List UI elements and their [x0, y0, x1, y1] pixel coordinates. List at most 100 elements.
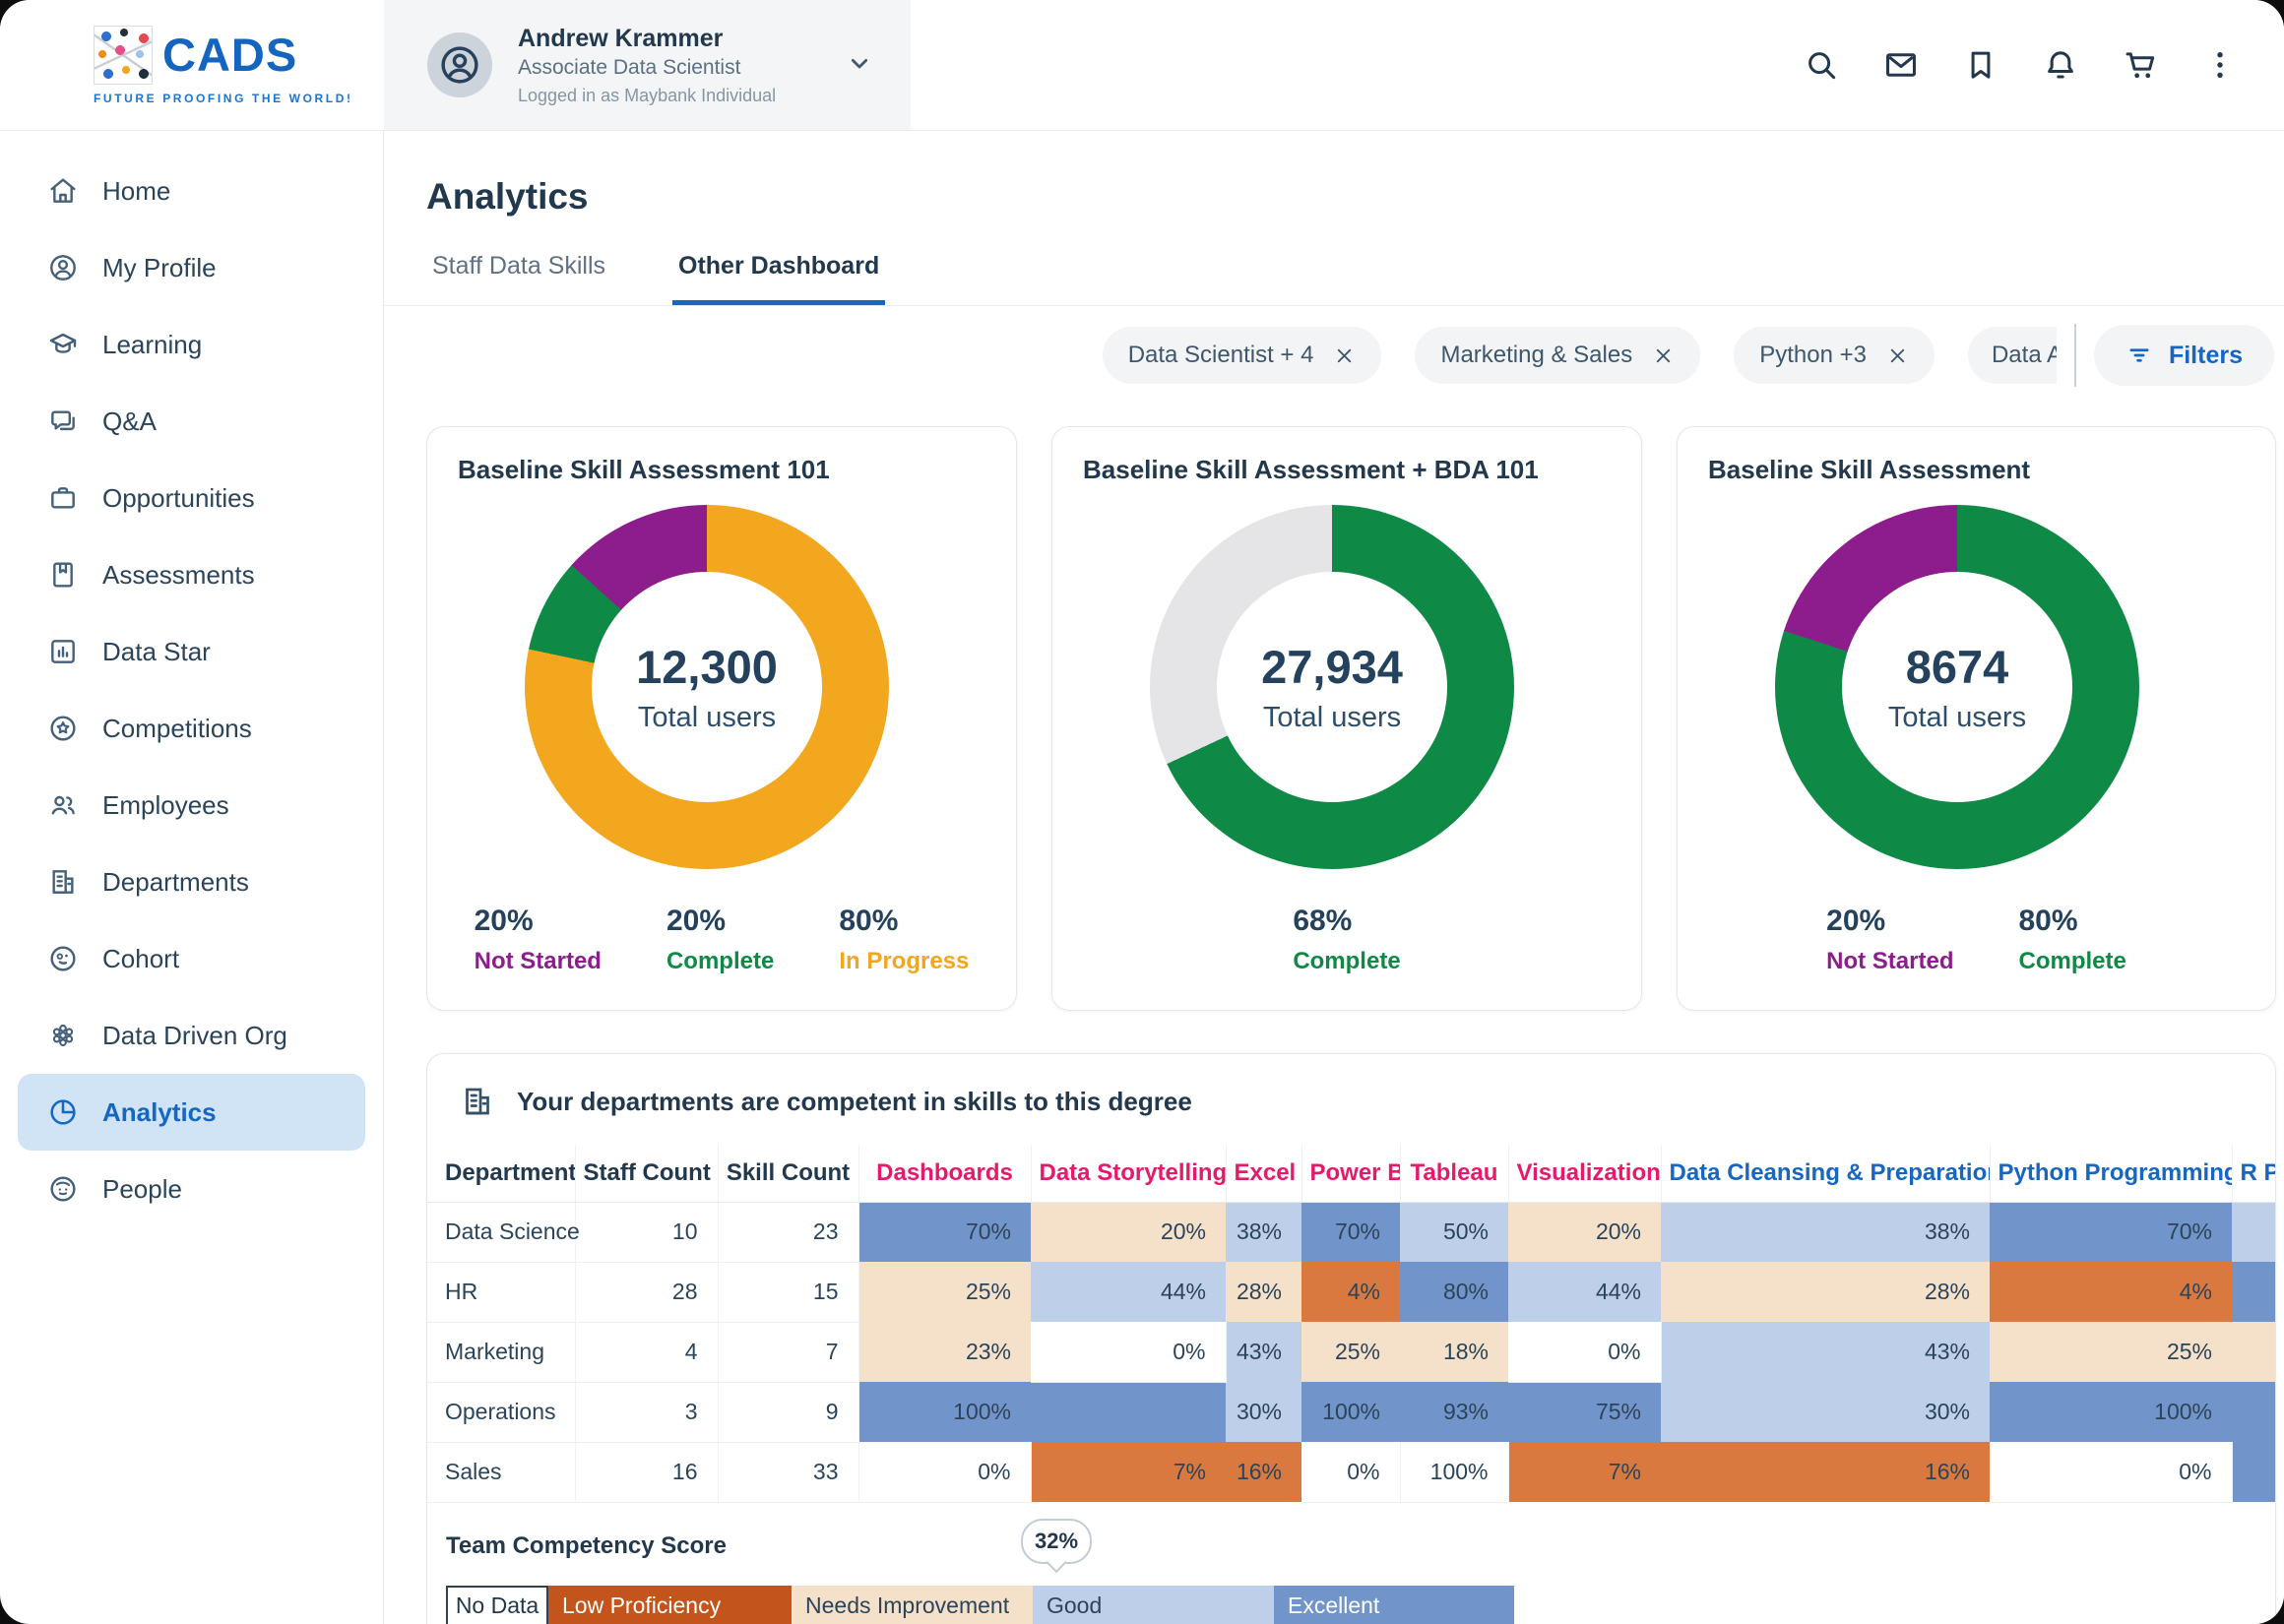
competitions-icon	[47, 713, 79, 744]
sidebar-item-data-driven-org[interactable]: Data Driven Org	[0, 997, 383, 1074]
filter-chips-row: Data Scientist + 4 Marketing & Sales Pyt…	[1103, 324, 2274, 387]
search-button[interactable]	[1803, 46, 1840, 84]
donut-legend: 20% Not Started 80% Complete	[1678, 905, 2275, 975]
sidebar-item-label: Departments	[102, 867, 249, 898]
donut-card-title: Baseline Skill Assessment + BDA 101	[1052, 427, 1641, 485]
donut-legend: 20% Not Started 20% Complete 80% In Prog…	[427, 905, 1016, 975]
skill-score-cell	[2232, 1262, 2275, 1322]
kebab-button[interactable]	[2201, 46, 2239, 84]
sidebar-item-label: People	[102, 1174, 182, 1205]
legend-status: Complete	[666, 948, 774, 975]
user-profile-menu[interactable]: Andrew Krammer Associate Data Scientist …	[384, 0, 911, 130]
sidebar-item-label: Assessments	[102, 560, 255, 591]
filter-chip-label: Marketing & Sales	[1440, 342, 1632, 369]
legend-percent: 80%	[2018, 905, 2125, 938]
logo-tagline: FUTURE PROOFING THE WORLD!	[94, 92, 384, 105]
filter-chip[interactable]: Marketing & Sales	[1415, 327, 1700, 384]
donut-total-value: 8674	[1906, 640, 2009, 694]
dept-cell: Operations	[427, 1382, 575, 1442]
dept-cell: Marketing	[427, 1322, 575, 1382]
skill-score-cell: 7%	[1031, 1442, 1226, 1502]
sidebar-item-cohort[interactable]: Cohort	[0, 920, 383, 997]
cart-icon	[2122, 46, 2159, 84]
sidebar-item-assessments[interactable]: Assessments	[0, 536, 383, 613]
donut-legend-item: 80% In Progress	[839, 905, 969, 975]
sidebar-item-label: Data Star	[102, 637, 211, 667]
chevron-down-icon[interactable]	[844, 47, 875, 84]
team-competency-legend: Team Competency Score 32% No DataLow Pro…	[446, 1532, 2275, 1624]
cads-logo-icon	[94, 26, 153, 85]
sidebar-item-employees[interactable]: Employees	[0, 767, 383, 843]
donut-total-value: 27,934	[1261, 640, 1403, 694]
sidebar-item-data-star[interactable]: Data Star	[0, 613, 383, 690]
filter-chip-label: Data Ar	[1992, 342, 2057, 369]
staff-count-cell: 4	[575, 1322, 718, 1382]
departments-skills-card: Your departments are competent in skills…	[426, 1053, 2276, 1624]
skill-score-cell: 93%	[1400, 1382, 1508, 1442]
filter-chip[interactable]: Data Scientist + 4	[1103, 327, 1382, 384]
sidebar-item-q-a[interactable]: Q&A	[0, 383, 383, 460]
sidebar-item-my-profile[interactable]: My Profile	[0, 229, 383, 306]
skill-count-cell: 15	[718, 1262, 858, 1322]
skill-count-cell: 9	[718, 1382, 858, 1442]
skill-score-cell: 20%	[1031, 1202, 1226, 1262]
donut-total-value: 12,300	[636, 640, 778, 694]
donut-card: Baseline Skill Assessment 101 12,300 Tot…	[426, 426, 1017, 1011]
sidebar-item-learning[interactable]: Learning	[0, 306, 383, 383]
donut-total-label: Total users	[1263, 702, 1401, 734]
skill-score-cell: 100%	[1400, 1442, 1508, 1502]
mail-button[interactable]	[1882, 46, 1920, 84]
filters-button[interactable]: Filters	[2094, 325, 2274, 386]
skill-score-cell	[2232, 1322, 2275, 1382]
skill-score-cell: 20%	[1508, 1202, 1661, 1262]
donut-legend-item: 80% Complete	[2018, 905, 2125, 975]
score-legend-title: Team Competency Score	[446, 1532, 2275, 1560]
skill-score-cell	[2232, 1202, 2275, 1262]
avatar	[427, 32, 492, 97]
skill-score-cell: 25%	[1990, 1322, 2232, 1382]
skill-score-cell	[2232, 1382, 2275, 1442]
legend-status: Complete	[1293, 948, 1400, 975]
skill-score-cell: 30%	[1226, 1382, 1301, 1442]
table-row: HR 28 1525%44%28%4%80%44%28%4%	[427, 1262, 2275, 1322]
filter-chip[interactable]: Python +3	[1734, 327, 1935, 384]
table-row: Sales 16 330%7%16%0%100%7%16%0%	[427, 1442, 2275, 1502]
bookmark-button[interactable]	[1962, 46, 1999, 84]
bell-button[interactable]	[2042, 46, 2079, 84]
skill-count-cell: 33	[718, 1442, 858, 1502]
sidebar-item-analytics[interactable]: Analytics	[18, 1074, 365, 1151]
skill-score-cell: 43%	[1226, 1322, 1301, 1382]
learning-icon	[47, 329, 79, 360]
logo[interactable]: CADS FUTURE PROOFING THE WORLD!	[0, 0, 384, 130]
close-icon[interactable]	[1652, 344, 1675, 367]
staff-count-cell: 28	[575, 1262, 718, 1322]
skill-score-cell: 28%	[1226, 1262, 1301, 1322]
close-icon[interactable]	[1333, 344, 1356, 367]
sidebar-item-opportunities[interactable]: Opportunities	[0, 460, 383, 536]
donut-card-title: Baseline Skill Assessment	[1678, 427, 2275, 485]
skill-score-cell: 80%	[1400, 1262, 1508, 1322]
topbar-actions	[1803, 0, 2284, 130]
tab-other-dashboard[interactable]: Other Dashboard	[672, 251, 885, 305]
column-header: Skill Count	[718, 1145, 858, 1202]
tab-staff-data-skills[interactable]: Staff Data Skills	[426, 251, 611, 305]
table-title: Your departments are competent in skills…	[517, 1087, 1192, 1117]
sidebar-item-home[interactable]: Home	[0, 153, 383, 229]
filter-chip[interactable]: Data Ar	[1968, 327, 2057, 384]
logo-text: CADS	[162, 31, 297, 78]
sidebar-item-people[interactable]: People	[0, 1151, 383, 1227]
staff-count-cell: 3	[575, 1382, 718, 1442]
legend-percent: 20%	[1826, 905, 1953, 938]
skill-score-cell: 16%	[1661, 1442, 1990, 1502]
cart-button[interactable]	[2122, 46, 2159, 84]
skill-score-cell: 18%	[1400, 1322, 1508, 1382]
table-row: Data Science 10 2370%20%38%70%50%20%38%7…	[427, 1202, 2275, 1262]
datastar-icon	[47, 636, 79, 667]
user-name: Andrew Krammer	[518, 25, 776, 53]
skill-score-cell: 0%	[1301, 1442, 1400, 1502]
donut-total-label: Total users	[1888, 702, 2026, 734]
sidebar-item-competitions[interactable]: Competitions	[0, 690, 383, 767]
sidebar-item-departments[interactable]: Departments	[0, 843, 383, 920]
skill-score-cell: 38%	[1226, 1202, 1301, 1262]
close-icon[interactable]	[1886, 344, 1909, 367]
